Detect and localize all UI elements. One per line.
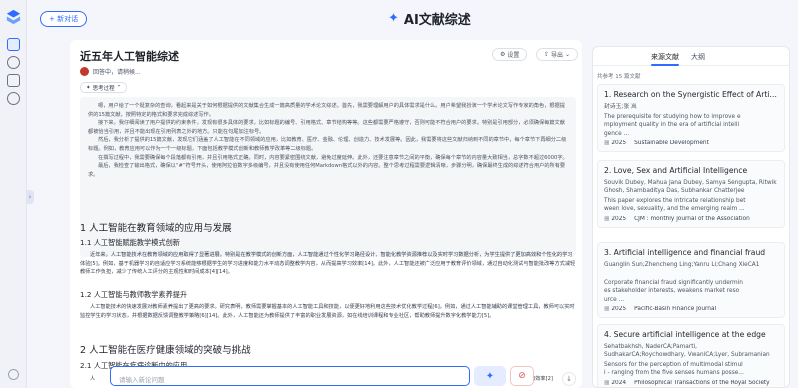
reference-meta: ▦ 2025 CJM : monthly journal of the Asso… xyxy=(604,216,778,222)
sparkle-icon: ✦ xyxy=(388,11,399,26)
active-tab-indicator xyxy=(651,64,679,66)
sparkle-small-icon: ✦ xyxy=(86,84,91,91)
stop-icon: ⊘ xyxy=(518,371,526,381)
document-nav-icon[interactable] xyxy=(7,74,20,87)
paper-title: 近五年人工智能综述 xyxy=(80,50,179,63)
reference-journal: Philosophical Transactions of the Royal … xyxy=(634,379,770,386)
paper-card: 近五年人工智能综述 ⚙ 设置 ⇪ 导出 ⌄ 回答中，请稍候... ✦ 思考过程 … xyxy=(70,40,582,388)
chat-nav-icon[interactable] xyxy=(7,38,20,51)
reference-year: 2025 xyxy=(611,306,627,313)
abstract-line: ween love, sexuality, and the emerging r… xyxy=(604,206,745,213)
reference-year: 2025 xyxy=(611,140,627,147)
reference-panel: 来源文献 大纲 共参考 15 篇文献 1. Research on the Sy… xyxy=(592,46,790,388)
info-nav-icon[interactable] xyxy=(7,92,20,105)
reference-abstract: Sensors for the perception of multimodal… xyxy=(604,361,778,378)
chevron-up-icon: ⌃ xyxy=(116,84,122,91)
question-input-box[interactable] xyxy=(110,366,470,388)
reference-journal: Sustainable Development xyxy=(634,140,709,147)
section-heading: 1 人工智能在教育领域的应用与发展 xyxy=(80,223,232,234)
abstract-line: urce ... xyxy=(604,296,625,303)
export-button[interactable]: ⇪ 导出 ⌄ xyxy=(536,48,579,61)
abstract-line: This paper explores the intricate relati… xyxy=(604,198,746,204)
reference-card[interactable]: 3. Artificial intelligence and financial… xyxy=(597,242,785,319)
reference-title[interactable]: 1. Research on the Synergistic Effect of… xyxy=(604,90,778,100)
abstract-line: Sensors for the perception of multimodal… xyxy=(604,362,743,368)
status-text: 回答中，请稍候... xyxy=(93,69,141,76)
reference-card[interactable]: 2. Love, Sex and Artificial Intelligence… xyxy=(597,160,785,228)
reference-title[interactable]: 3. Artificial intelligence and financial… xyxy=(604,248,778,258)
reference-abstract: Corporate financial fraud significantly … xyxy=(604,279,778,304)
status-row: 回答中，请稍候... xyxy=(80,67,141,76)
reference-authors: Sehatbakhsh, NaderCA;Pamarti, SudhakarCA… xyxy=(604,344,770,358)
reference-title[interactable]: 2. Love, Sex and Artificial Intelligence xyxy=(604,166,778,176)
app-title: ✦ AI文献综述 xyxy=(388,9,471,28)
scroll-down-button[interactable]: ↓ xyxy=(562,372,576,386)
tab-outline[interactable]: 大纲 xyxy=(691,52,705,62)
sparkle-send-icon: ✦ xyxy=(485,370,495,382)
thinking-paragraph: 最后，我检查了输出格式，确保以“#”符号开头，使用阿拉伯数字多级编号，并且没有使… xyxy=(88,163,566,178)
avatar xyxy=(80,67,89,76)
thinking-paragraph: 嗯，用户给了一个挺复杂的查询，看起来是关于如何根据提供的文献集合生成一篇高质量的… xyxy=(88,103,565,118)
export-icon: ⇪ xyxy=(544,51,550,58)
abstract-line: es stakeholder interests, weakens market… xyxy=(604,288,740,295)
section-body: 人工智能技术的快速发展对教师素养提出了更高的要求。研究表明，教师需要掌握基本的人… xyxy=(80,303,576,320)
question-input[interactable] xyxy=(111,371,469,388)
reference-abstract: This paper explores the intricate relati… xyxy=(604,197,778,214)
calendar-icon: ▦ xyxy=(604,379,610,386)
gear-icon: ⚙ xyxy=(500,51,506,58)
thinking-toggle-button[interactable]: ✦ 思考过程 ⌃ xyxy=(80,82,128,93)
section-body: 近年来，人工智能技术在教育领域的应用取得了显著进展。特别是在教学模式的创新方面，… xyxy=(80,251,576,277)
reference-meta: ▦ 2024 Philosophical Transactions of the… xyxy=(604,380,778,386)
reference-count: 共参考 15 篇文献 xyxy=(597,74,641,80)
calendar-icon: ▦ xyxy=(604,306,610,313)
reference-meta: ▦ 2025 Pacific-Basin Finance Journal xyxy=(604,306,778,312)
top-bar: + 新对话 ✦ AI文献综述 xyxy=(28,0,798,36)
thinking-label: 思考过程 xyxy=(92,85,115,92)
reference-card[interactable]: 4. Secure artificial intelligence at the… xyxy=(597,324,785,387)
new-chat-button[interactable]: + 新对话 xyxy=(40,11,88,27)
abstract-line: mployment quality in the era of artifici… xyxy=(604,122,740,129)
panel-tabs: 来源文献 大纲 xyxy=(593,47,789,66)
user-profile-icon[interactable] xyxy=(8,369,19,380)
reference-journal: Pacific-Basin Finance Journal xyxy=(634,306,717,313)
app-title-text: AI文献综述 xyxy=(403,13,471,28)
section-heading: 2 人工智能在医疗健康领域的突破与挑战 xyxy=(80,345,251,356)
reference-card[interactable]: 1. Research on the Synergistic Effect of… xyxy=(597,84,785,153)
body-paragraph: 人工智能技术的快速发展对教师素养提出了更高的要求。研究表明，教师需要掌握基本的人… xyxy=(80,304,575,319)
subsection-heading: 1.1 人工智能赋能教学模式创新 xyxy=(80,238,180,247)
app-logo-icon[interactable] xyxy=(4,8,23,27)
body-text-start: 人 xyxy=(90,376,96,382)
reference-authors: Guanglin Sun;Zhencheng Ling;Yanru Li;Cha… xyxy=(604,262,760,268)
abstract-line: The prerequisite for studying how to imp… xyxy=(604,114,741,120)
reference-authors: Souvik Dubey, Mahua Jana Dubey, Samya Se… xyxy=(604,180,777,194)
thinking-paragraph: 在撰写过程中，我需要确保每个段落都有引用，并且引用格式正确。同时，内容要紧密围绕… xyxy=(98,154,568,161)
reference-title[interactable]: 4. Secure artificial intelligence at the… xyxy=(604,330,778,340)
thinking-paragraph: 接下来，我仔细阅读了用户提供的约束条件，发现有很多具体的要求，比如标题的编号、引… xyxy=(88,120,565,135)
abstract-line: gence ... xyxy=(604,130,630,137)
reference-meta: ▦ 2025 Sustainable Development xyxy=(604,140,778,146)
thinking-paragraph: 然后，我分析了提供的15篇文献，发现它们涵盖了人工智能在不同领域的应用，比如教育… xyxy=(88,137,567,152)
left-rail xyxy=(0,0,27,388)
calendar-icon: ▦ xyxy=(604,140,610,147)
reference-authors: 封诗玉;张 岚 xyxy=(604,104,637,110)
reference-abstract: The prerequisite for studying how to imp… xyxy=(604,113,778,138)
settings-nav-icon[interactable] xyxy=(7,56,20,69)
calendar-icon: ▦ xyxy=(604,215,610,222)
abstract-line: Corporate financial fraud significantly … xyxy=(604,280,743,286)
send-button[interactable]: ✦ xyxy=(474,366,506,386)
body-paragraph: 近年来，人工智能技术在教育领域的应用取得了显著进展。特别是在教学模式的创新方面，… xyxy=(80,252,576,276)
subsection-heading: 1.2 人工智能与教师教学素养提升 xyxy=(80,290,188,299)
chevron-down-icon: ⌄ xyxy=(565,51,571,58)
stop-button[interactable]: ⊘ xyxy=(510,366,534,386)
abstract-line: i - ranging from the five senses humans … xyxy=(604,370,744,377)
export-label: 导出 xyxy=(551,52,564,59)
reference-journal: CJM : monthly journal of the Association xyxy=(634,215,750,222)
arrow-down-icon: ↓ xyxy=(566,375,572,383)
reference-year: 2024 xyxy=(611,379,627,386)
reference-year: 2025 xyxy=(611,215,627,222)
tab-sources[interactable]: 来源文献 xyxy=(651,52,679,62)
settings-button[interactable]: ⚙ 设置 xyxy=(492,48,528,61)
settings-label: 设置 xyxy=(507,52,520,59)
collapse-rail-icon[interactable]: › xyxy=(26,190,34,204)
